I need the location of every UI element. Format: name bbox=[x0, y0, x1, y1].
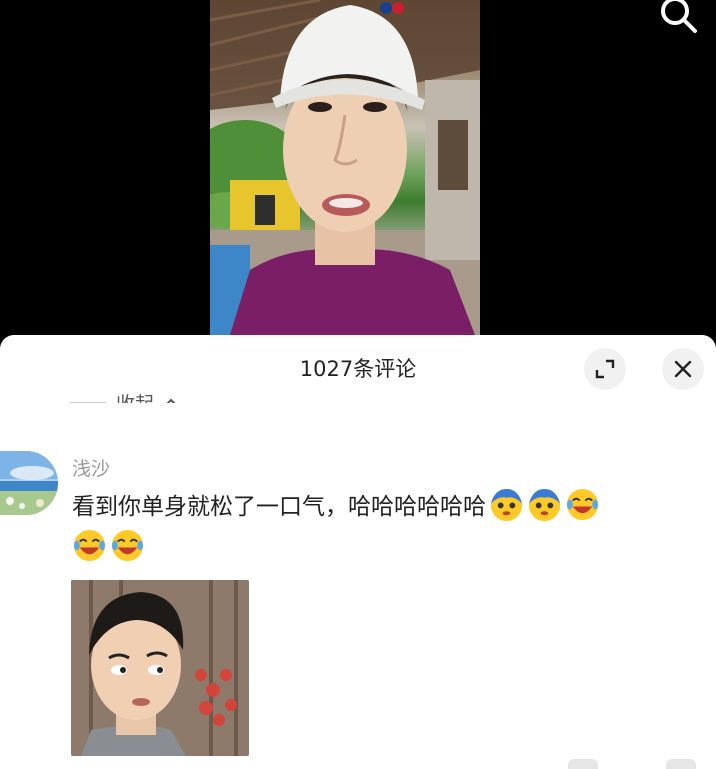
expand-icon bbox=[595, 359, 615, 379]
close-button[interactable] bbox=[662, 348, 704, 390]
comment-text: 看到你单身就松了一口气，哈哈哈哈哈哈 bbox=[72, 487, 672, 569]
laugh-cry-emoji-icon bbox=[111, 529, 144, 562]
avatar-image bbox=[0, 451, 58, 515]
comments-sheet: 1027条评论 收起 浅沙 看到你单身就松了一口气，哈哈哈哈哈哈 bbox=[0, 335, 716, 769]
comment-attached-image[interactable] bbox=[71, 580, 249, 756]
video-player[interactable] bbox=[0, 0, 716, 335]
comment-username[interactable]: 浅沙 bbox=[72, 454, 110, 481]
collapse-replies-button[interactable]: 收起 bbox=[70, 391, 178, 413]
search-button[interactable] bbox=[658, 0, 700, 36]
video-scene bbox=[210, 0, 480, 335]
collapse-label: 收起 bbox=[116, 392, 155, 413]
close-icon bbox=[674, 360, 692, 378]
more-icon[interactable] bbox=[666, 759, 696, 769]
like-icon[interactable] bbox=[568, 759, 598, 769]
shy-emoji-icon bbox=[490, 488, 523, 522]
laugh-cry-emoji-icon bbox=[73, 529, 106, 562]
chevron-up-icon bbox=[166, 398, 176, 403]
search-icon bbox=[661, 0, 697, 33]
divider bbox=[70, 401, 106, 403]
expand-button[interactable] bbox=[584, 348, 626, 390]
shy-emoji-icon bbox=[528, 488, 561, 522]
comment-body: 看到你单身就松了一口气，哈哈哈哈哈哈 bbox=[72, 494, 486, 520]
laugh-cry-emoji-icon bbox=[566, 488, 599, 521]
meme-image bbox=[71, 580, 249, 756]
avatar[interactable] bbox=[0, 451, 58, 515]
video-frame[interactable] bbox=[210, 0, 480, 335]
